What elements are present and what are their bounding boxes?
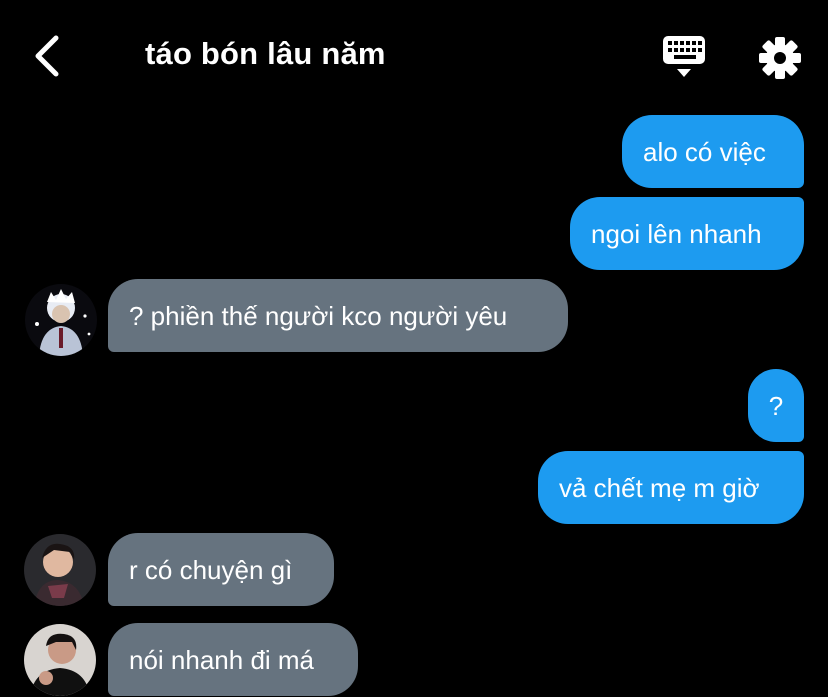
message-bubble-incoming[interactable]: ? phiền thế người kco người yêu: [108, 279, 568, 352]
contact-avatar-icon: [24, 624, 96, 696]
message-text: ? phiền thế người kco người yêu: [129, 300, 508, 331]
message-text: nói nhanh đi má: [129, 644, 315, 675]
message-text: r có chuyện gì: [129, 554, 293, 585]
contact-avatar-icon: [25, 284, 97, 356]
avatar[interactable]: [24, 534, 96, 606]
keyboard-button[interactable]: [658, 32, 712, 84]
avatar[interactable]: [25, 284, 97, 356]
message-bubble-incoming[interactable]: nói nhanh đi má: [108, 623, 358, 696]
message-bubble-outgoing[interactable]: ngoi lên nhanh: [570, 197, 804, 270]
message-bubble-incoming[interactable]: r có chuyện gì: [108, 533, 334, 606]
conversation-title: táo bón lâu năm: [145, 36, 386, 71]
message-text: ?: [768, 390, 784, 421]
back-button[interactable]: [22, 28, 72, 84]
message-text: vả chết mẹ m giờ: [559, 472, 760, 503]
avatar[interactable]: [24, 624, 96, 696]
message-bubble-outgoing[interactable]: ?: [748, 369, 804, 442]
message-bubble-outgoing[interactable]: vả chết mẹ m giờ: [538, 451, 804, 524]
chevron-left-icon: [35, 35, 59, 77]
settings-button[interactable]: [754, 32, 806, 84]
keyboard-icon: [663, 36, 705, 77]
message-text: alo có việc: [643, 136, 766, 167]
message-text: ngoi lên nhanh: [591, 218, 762, 249]
gear-icon: [759, 37, 801, 79]
message-bubble-outgoing[interactable]: alo có việc: [622, 115, 804, 188]
contact-avatar-icon: [24, 534, 96, 606]
chat-header: táo bón lâu năm: [0, 0, 828, 110]
chat-screen: táo bón lâu năm alo có việc ngoi lên nha…: [0, 0, 828, 697]
